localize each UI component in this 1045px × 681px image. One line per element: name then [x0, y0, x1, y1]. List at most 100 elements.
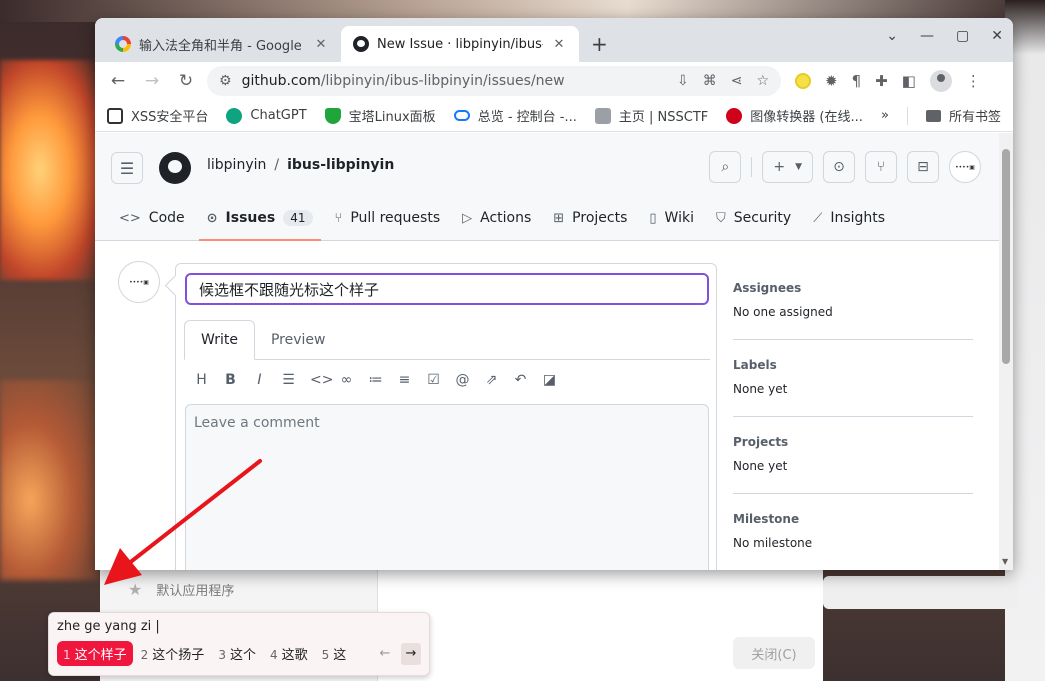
issue-title-input[interactable]: 候选框不跟随光标这个样子 [185, 273, 709, 305]
quote-icon[interactable]: ☰ [281, 372, 296, 388]
default-app-item[interactable]: ★ 默认应用程序 [128, 580, 234, 599]
cross-reference-icon[interactable]: ⇗ [484, 372, 499, 388]
menu-kebab-icon[interactable]: ⋮ [966, 72, 981, 90]
chevron-down-icon[interactable]: ⌄ [886, 28, 898, 44]
extension-yellow-icon[interactable] [795, 73, 811, 89]
issue-opened-icon: ⊙ [833, 159, 845, 175]
tab-security[interactable]: ⛉ Security [708, 195, 799, 241]
tab-insights[interactable]: ⟋ Insights [805, 195, 893, 241]
ordered-list-icon[interactable]: ≡ [397, 372, 412, 388]
converter-icon [726, 107, 743, 124]
github-logo-icon[interactable] [159, 152, 191, 184]
ime-candidate-window: zhe ge yang zi | 1 这个样子 2 这个扬子 3 这个 4 这歌 5这 … [48, 612, 430, 676]
sidebar-assignees[interactable]: Assignees No one assigned [733, 278, 973, 340]
tab-preview[interactable]: Preview [255, 320, 342, 360]
tab-code[interactable]: <> Code [111, 195, 193, 241]
ime-next-page-icon[interactable]: → [401, 642, 421, 665]
ime-candidate-2[interactable]: 2 这个扬子 [135, 641, 211, 666]
new-tab-button[interactable]: + [579, 26, 620, 62]
tab-new-issue[interactable]: New Issue · libpinyin/ibus-libpinyin ✕ [341, 26, 579, 62]
bookmark-console[interactable]: 总览 - 控制台 -... [453, 106, 577, 125]
ime-prev-page-icon[interactable]: ← [375, 643, 395, 665]
sidebar-milestone[interactable]: Milestone No milestone [733, 494, 973, 570]
profile-icon[interactable] [929, 70, 952, 92]
search-button[interactable]: ⌕ [709, 151, 742, 183]
sidebar-projects[interactable]: Projects None yet [733, 417, 973, 494]
create-new-button[interactable]: + ▼ [762, 151, 813, 183]
repo-nav: <> Code ⊙ Issues 41 ⑂ Pull requests ▷ Actions… [111, 195, 893, 241]
puzzle-icon[interactable]: ✚ [875, 72, 888, 90]
sidepanel-icon[interactable]: ◧ [902, 72, 916, 90]
sidebar-labels[interactable]: Labels None yet [733, 340, 973, 417]
issues-button[interactable]: ⊙ [823, 151, 855, 183]
tab-google-search[interactable]: 输入法全角和半角 - Google 搜索 ✕ [103, 26, 341, 62]
cloud-icon [453, 110, 470, 121]
italic-icon[interactable]: I [252, 372, 267, 388]
reload-icon[interactable]: ↻ [173, 71, 199, 91]
reply-icon[interactable]: ↶ [513, 372, 528, 388]
tab-issues[interactable]: ⊙ Issues 41 [198, 195, 321, 241]
ime-candidate-3[interactable]: 3 这个 [212, 641, 262, 666]
scrollbar-thumb[interactable] [1002, 149, 1010, 364]
address-bar[interactable]: ⚙ github.com/libpinyin/ibus-libpinyin/is… [207, 66, 781, 96]
ime-candidate-1[interactable]: 1 这个样子 [57, 641, 133, 666]
forward-icon[interactable]: → [139, 71, 165, 91]
unordered-list-icon[interactable]: ≔ [368, 372, 383, 388]
heading-icon[interactable]: H [194, 372, 209, 388]
fullscreen-icon[interactable]: ◪ [542, 372, 557, 388]
translate-icon[interactable]: ⌘ [703, 73, 717, 89]
inbox-button[interactable]: ⊟ [907, 151, 939, 183]
header-divider [751, 157, 753, 177]
comment-textarea[interactable]: Leave a comment [185, 404, 709, 570]
bookmark-chatgpt[interactable]: ChatGPT [226, 107, 307, 124]
back-icon[interactable]: ← [105, 71, 131, 91]
maximize-icon[interactable]: ▢ [956, 28, 969, 44]
plus-icon: + [773, 159, 786, 175]
bookmark-star-icon[interactable]: ☆ [756, 73, 769, 89]
link-icon[interactable]: ∞ [339, 372, 354, 388]
inbox-icon: ⊟ [917, 159, 929, 175]
tab-projects[interactable]: ⊞ Projects [545, 195, 635, 241]
shield-icon: ⛉ [715, 210, 726, 226]
close-window-icon[interactable]: ✕ [991, 28, 1003, 44]
task-list-icon[interactable]: ☑ [426, 372, 441, 388]
breadcrumb-owner[interactable]: libpinyin [207, 157, 266, 173]
new-issue-form: 候选框不跟随光标这个样子 Write Preview H B I ☰ <> ∞ … [175, 263, 717, 570]
issues-counter: 41 [283, 210, 313, 226]
extension-paragraph-icon[interactable]: ¶ [852, 72, 862, 90]
bookmark-baota[interactable]: 宝塔Linux面板 [324, 106, 436, 125]
close-icon[interactable]: ✕ [551, 37, 567, 52]
pull-requests-button[interactable]: ⑂ [865, 151, 897, 183]
bold-icon[interactable]: B [223, 372, 238, 388]
tab-wiki[interactable]: ▯ Wiki [641, 195, 702, 241]
page-scrollbar[interactable]: ▼ [999, 133, 1013, 570]
bookmarks-overflow[interactable]: » [881, 108, 889, 123]
background-dialog-strip [823, 576, 1018, 609]
code-icon[interactable]: <> [310, 372, 333, 388]
extension-gear-icon[interactable]: ✹ [825, 72, 838, 90]
mention-icon[interactable]: @ [455, 372, 470, 388]
tab-write[interactable]: Write [184, 320, 255, 360]
tab-actions[interactable]: ▷ Actions [454, 195, 539, 241]
bookmark-image-converter[interactable]: 图像转换器 (在线... [726, 106, 863, 125]
ime-page-nav: ← → [375, 642, 421, 665]
minimize-icon[interactable]: — [920, 28, 934, 44]
bookmark-xss[interactable]: XSS安全平台 [107, 106, 208, 125]
ime-candidate-5[interactable]: 5这 [316, 641, 353, 666]
bookmark-nssctf[interactable]: 主页 | NSSCTF [594, 106, 708, 125]
bookmarks-divider [906, 106, 908, 125]
scroll-down-icon[interactable]: ▼ [1002, 557, 1008, 566]
ime-candidate-4[interactable]: 4 这歌 [264, 641, 314, 666]
site-info-icon[interactable]: ⚙ [219, 73, 232, 89]
search-icon: ⌕ [721, 159, 730, 175]
breadcrumb: libpinyin / ibus-libpinyin [207, 157, 394, 173]
close-icon[interactable]: ✕ [313, 37, 329, 52]
tab-pull-requests[interactable]: ⑂ Pull requests [327, 195, 449, 241]
share-icon[interactable]: ⋖ [731, 73, 743, 89]
hamburger-menu-button[interactable]: ☰ [111, 152, 143, 184]
close-button[interactable]: 关闭(C) [733, 637, 815, 669]
breadcrumb-repo[interactable]: ibus-libpinyin [287, 157, 394, 173]
install-icon[interactable]: ⇩ [677, 73, 689, 89]
bookmark-all-folder[interactable]: 所有书签 [925, 106, 1001, 125]
user-avatar[interactable]: ••••▣ [949, 151, 981, 183]
